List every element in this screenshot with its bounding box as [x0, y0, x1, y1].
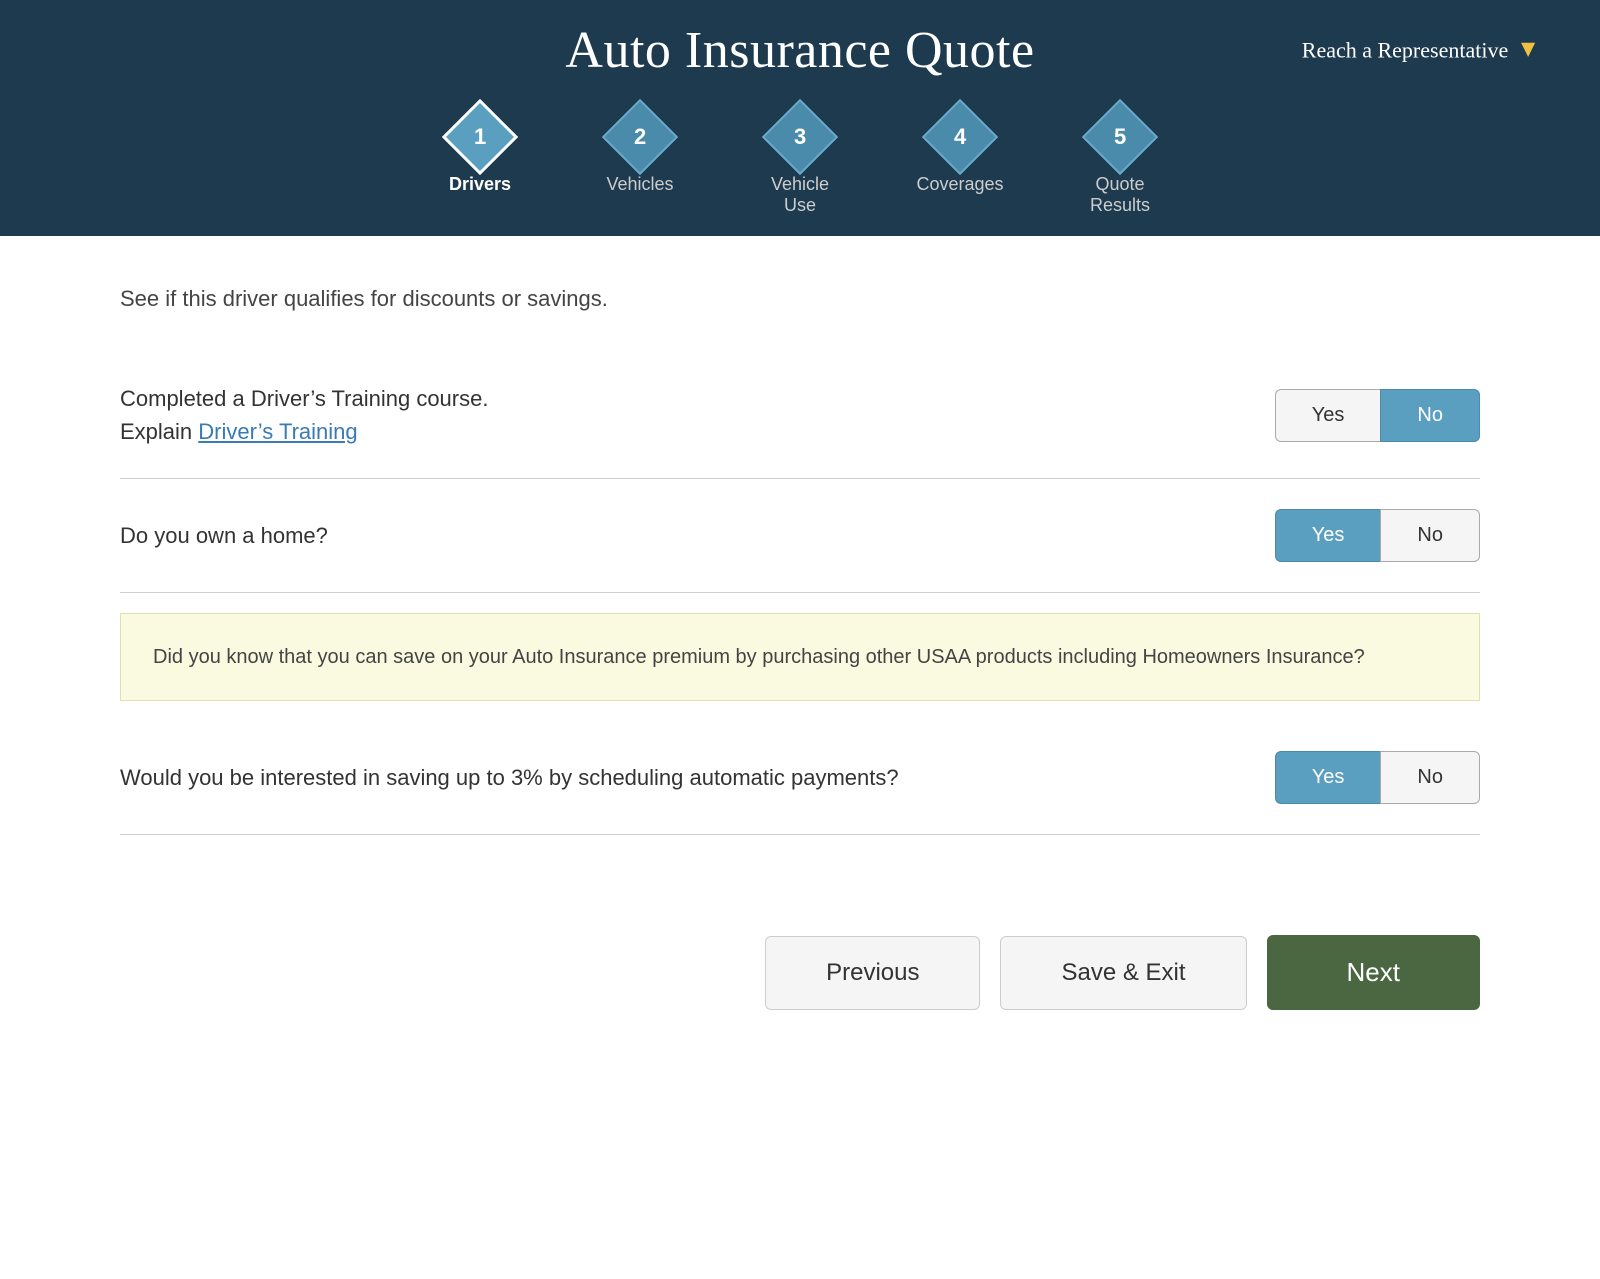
- step-5-number: 5: [1114, 124, 1126, 150]
- intro-text: See if this driver qualifies for discoun…: [120, 286, 1480, 312]
- step-3-number: 3: [794, 124, 806, 150]
- page-title: Auto Insurance Quote: [565, 21, 1034, 80]
- footer-buttons: Previous Save & Exit Next: [0, 875, 1600, 1050]
- save-exit-button[interactable]: Save & Exit: [1000, 936, 1246, 1010]
- step-2-label: Vehicles: [606, 174, 673, 195]
- auto-payments-label: Would you be interested in saving up to …: [120, 761, 1215, 794]
- own-home-row: Do you own a home? Yes No: [120, 479, 1480, 593]
- step-5-quote-results[interactable]: 5 QuoteResults: [1040, 110, 1200, 216]
- step-2-number: 2: [634, 124, 646, 150]
- steps-navigation: 1 Drivers 2 Vehicles 3 VehicleUse 4 Cove…: [0, 100, 1600, 236]
- step-1-diamond: 1: [442, 99, 518, 175]
- step-1-drivers[interactable]: 1 Drivers: [400, 110, 560, 216]
- step-4-number: 4: [954, 124, 966, 150]
- step-5-label: QuoteResults: [1090, 174, 1150, 216]
- previous-button[interactable]: Previous: [765, 936, 980, 1010]
- step-1-number: 1: [474, 124, 486, 150]
- main-content: See if this driver qualifies for discoun…: [0, 236, 1600, 875]
- info-box-text: Did you know that you can save on your A…: [153, 646, 1365, 668]
- chevron-down-icon: ▼: [1516, 37, 1540, 64]
- page-header: Auto Insurance Quote Reach a Representat…: [0, 0, 1600, 100]
- auto-payments-row: Would you be interested in saving up to …: [120, 721, 1480, 835]
- step-3-vehicle-use[interactable]: 3 VehicleUse: [720, 110, 880, 216]
- drivers-training-btn-group: Yes No: [1275, 389, 1480, 442]
- drivers-training-link[interactable]: Driver’s Training: [198, 419, 357, 444]
- step-1-label: Drivers: [449, 174, 511, 195]
- drivers-training-yes-button[interactable]: Yes: [1275, 389, 1381, 442]
- auto-payments-no-button[interactable]: No: [1380, 751, 1480, 804]
- own-home-label: Do you own a home?: [120, 519, 1215, 552]
- step-4-label: Coverages: [916, 174, 1003, 195]
- reach-representative-button[interactable]: Reach a Representative ▼: [1302, 37, 1540, 64]
- own-home-btn-group: Yes No: [1275, 509, 1480, 562]
- drivers-training-no-button[interactable]: No: [1380, 389, 1480, 442]
- step-4-coverages[interactable]: 4 Coverages: [880, 110, 1040, 216]
- step-3-label: VehicleUse: [771, 174, 829, 216]
- info-box: Did you know that you can save on your A…: [120, 613, 1480, 701]
- step-2-vehicles[interactable]: 2 Vehicles: [560, 110, 720, 216]
- own-home-no-button[interactable]: No: [1380, 509, 1480, 562]
- step-3-diamond: 3: [762, 99, 838, 175]
- auto-payments-btn-group: Yes No: [1275, 751, 1480, 804]
- auto-payments-yes-button[interactable]: Yes: [1275, 751, 1381, 804]
- drivers-training-row: Completed a Driver’s Training course. Ex…: [120, 352, 1480, 479]
- step-5-diamond: 5: [1082, 99, 1158, 175]
- reach-rep-label: Reach a Representative: [1302, 37, 1508, 63]
- next-button[interactable]: Next: [1267, 935, 1480, 1010]
- drivers-training-label: Completed a Driver’s Training course. Ex…: [120, 382, 1215, 448]
- own-home-yes-button[interactable]: Yes: [1275, 509, 1381, 562]
- step-4-diamond: 4: [922, 99, 998, 175]
- step-2-diamond: 2: [602, 99, 678, 175]
